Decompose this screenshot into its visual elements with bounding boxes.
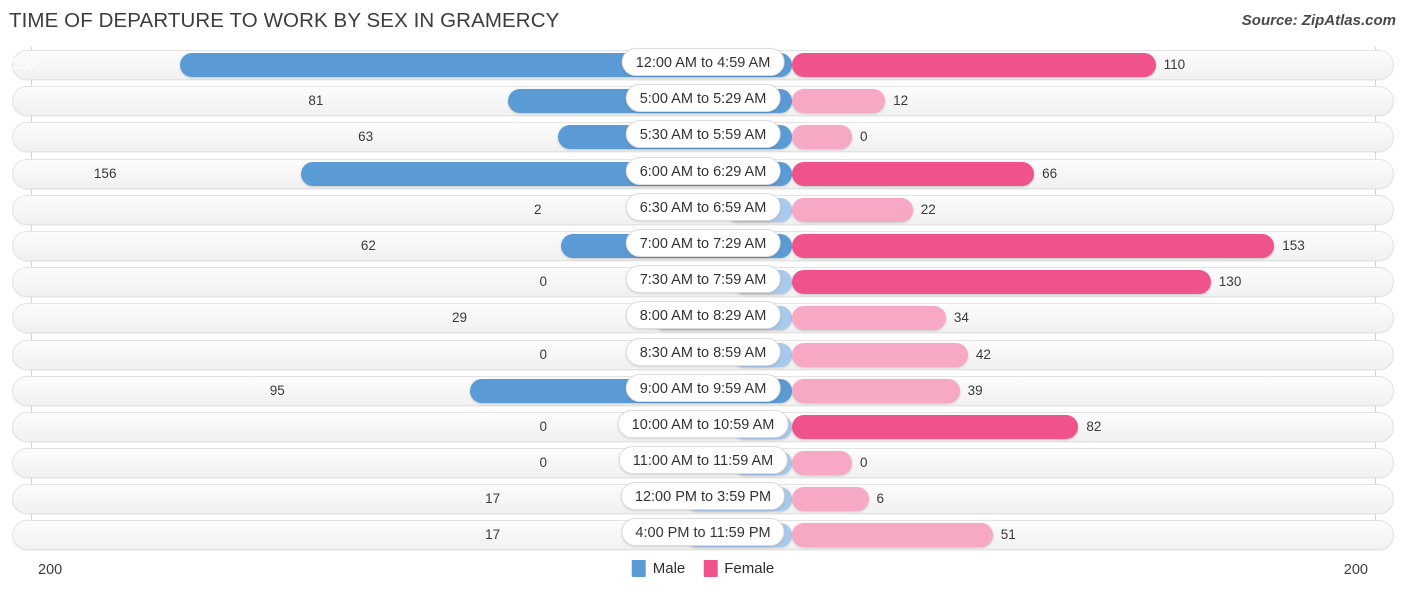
axis-tick-right: 200 <box>1343 562 1368 578</box>
legend-item-female[interactable]: Female <box>703 560 774 577</box>
category-label: 11:00 AM to 11:59 AM <box>618 446 788 475</box>
source-attribution: Source: ZipAtlas.com <box>1241 12 1396 29</box>
bar-value-female: 6 <box>876 491 885 507</box>
bar-value-male: 95 <box>269 382 285 398</box>
chart-row: 17 6 12:00 PM to 3:59 PM <box>0 481 1406 517</box>
legend-item-male[interactable]: Male <box>631 560 686 577</box>
chart-root: TIME OF DEPARTURE TO WORK BY SEX IN GRAM… <box>0 0 1406 594</box>
category-label: 8:00 AM to 8:29 AM <box>625 301 781 330</box>
bar-value-male: 156 <box>93 165 117 181</box>
chart-legend: Male Female <box>631 560 774 577</box>
bar-female[interactable] <box>792 125 852 150</box>
bar-female[interactable] <box>792 378 960 403</box>
chart-row: 81 12 5:00 AM to 5:29 AM <box>0 83 1406 119</box>
chart-rows: 200 110 12:00 AM to 4:59 AM 81 12 5:00 AM to … <box>0 47 1406 554</box>
bar-value-female: 51 <box>1000 527 1016 543</box>
chart-row: 0 130 7:30 AM to 7:59 AM <box>0 264 1406 300</box>
bar-value-male: 0 <box>539 274 547 290</box>
category-label: 9:00 AM to 9:59 AM <box>625 373 781 402</box>
category-label: 7:00 AM to 7:29 AM <box>625 228 781 257</box>
bar-value-female: 0 <box>860 455 868 471</box>
page-title: TIME OF DEPARTURE TO WORK BY SEX IN GRAM… <box>9 9 560 32</box>
legend-swatch-icon <box>703 560 718 577</box>
category-label: 4:00 PM to 11:59 PM <box>621 518 785 547</box>
chart-row: 0 42 8:30 AM to 8:59 AM <box>0 337 1406 373</box>
bar-value-female: 39 <box>967 382 983 398</box>
bar-value-female: 153 <box>1282 237 1305 253</box>
category-label: 6:30 AM to 6:59 AM <box>625 192 781 221</box>
category-label: 5:00 AM to 5:29 AM <box>625 84 781 113</box>
bar-value-female: 12 <box>893 93 909 109</box>
bar-value-female: 82 <box>1086 418 1102 434</box>
bar-value-male: 200 <box>12 57 35 72</box>
bar-value-male: 17 <box>485 527 501 543</box>
bar-value-male: 29 <box>451 310 467 326</box>
chart-row: 200 110 12:00 AM to 4:59 AM <box>0 47 1406 83</box>
chart-row: 17 51 4:00 PM to 11:59 PM <box>0 517 1406 553</box>
category-label: 12:00 AM to 4:59 AM <box>621 48 785 76</box>
bar-female[interactable] <box>792 342 968 367</box>
bar-female[interactable] <box>792 233 1275 258</box>
legend-label: Female <box>724 560 775 577</box>
category-label: 8:30 AM to 8:59 AM <box>625 337 781 366</box>
bar-value-female: 34 <box>953 310 969 326</box>
bar-female[interactable] <box>792 414 1079 439</box>
bar-value-male: 0 <box>539 418 547 434</box>
bar-value-male: 2 <box>533 201 542 217</box>
bar-value-female: 66 <box>1042 165 1058 181</box>
chart-row: 2 22 6:30 AM to 6:59 AM <box>0 192 1406 228</box>
bar-value-male: 17 <box>485 491 501 507</box>
category-label: 5:30 AM to 5:59 AM <box>625 120 781 149</box>
legend-label: Male <box>652 560 686 577</box>
chart-row: 0 0 11:00 AM to 11:59 AM <box>0 445 1406 481</box>
axis-tick-left: 200 <box>38 562 63 578</box>
bar-value-male: 0 <box>539 346 547 362</box>
category-label: 7:30 AM to 7:59 AM <box>625 265 781 294</box>
legend-swatch-icon <box>631 560 646 577</box>
bar-value-female: 42 <box>975 346 991 362</box>
category-label: 12:00 PM to 3:59 PM <box>620 482 786 511</box>
chart-header: TIME OF DEPARTURE TO WORK BY SEX IN GRAM… <box>0 0 1406 40</box>
bar-female[interactable] <box>792 270 1211 295</box>
bar-female[interactable] <box>792 487 869 512</box>
category-label: 10:00 AM to 10:59 AM <box>617 409 789 438</box>
bar-value-male: 63 <box>358 129 374 145</box>
chart-row: 63 0 5:30 AM to 5:59 AM <box>0 119 1406 155</box>
chart-row: 95 39 9:00 AM to 9:59 AM <box>0 373 1406 409</box>
chart-row: 0 82 10:00 AM to 10:59 AM <box>0 409 1406 445</box>
bar-value-male: 81 <box>308 93 324 109</box>
chart-row: 62 153 7:00 AM to 7:29 AM <box>0 228 1406 264</box>
bar-value-male: 62 <box>360 237 376 253</box>
bar-value-female: 130 <box>1218 274 1242 290</box>
chart-footer: 200 200 Male Female <box>0 552 1406 594</box>
bar-female[interactable] <box>792 306 946 331</box>
bar-value-female: 110 <box>1163 57 1186 72</box>
bar-female[interactable] <box>792 161 1035 186</box>
bar-value-female: 0 <box>860 129 868 145</box>
plot-area: 200 110 12:00 AM to 4:59 AM 81 12 5:00 AM to … <box>0 47 1406 552</box>
bar-female[interactable] <box>792 89 886 114</box>
bar-value-female: 22 <box>920 201 936 217</box>
bar-female[interactable] <box>792 197 913 222</box>
bar-female[interactable] <box>792 523 993 548</box>
bar-female[interactable] <box>792 53 1156 77</box>
bar-value-male: 0 <box>539 455 547 471</box>
chart-row: 29 34 8:00 AM to 8:29 AM <box>0 300 1406 336</box>
bar-female[interactable] <box>792 451 852 476</box>
category-label: 6:00 AM to 6:29 AM <box>625 156 781 185</box>
chart-row: 156 66 6:00 AM to 6:29 AM <box>0 156 1406 192</box>
